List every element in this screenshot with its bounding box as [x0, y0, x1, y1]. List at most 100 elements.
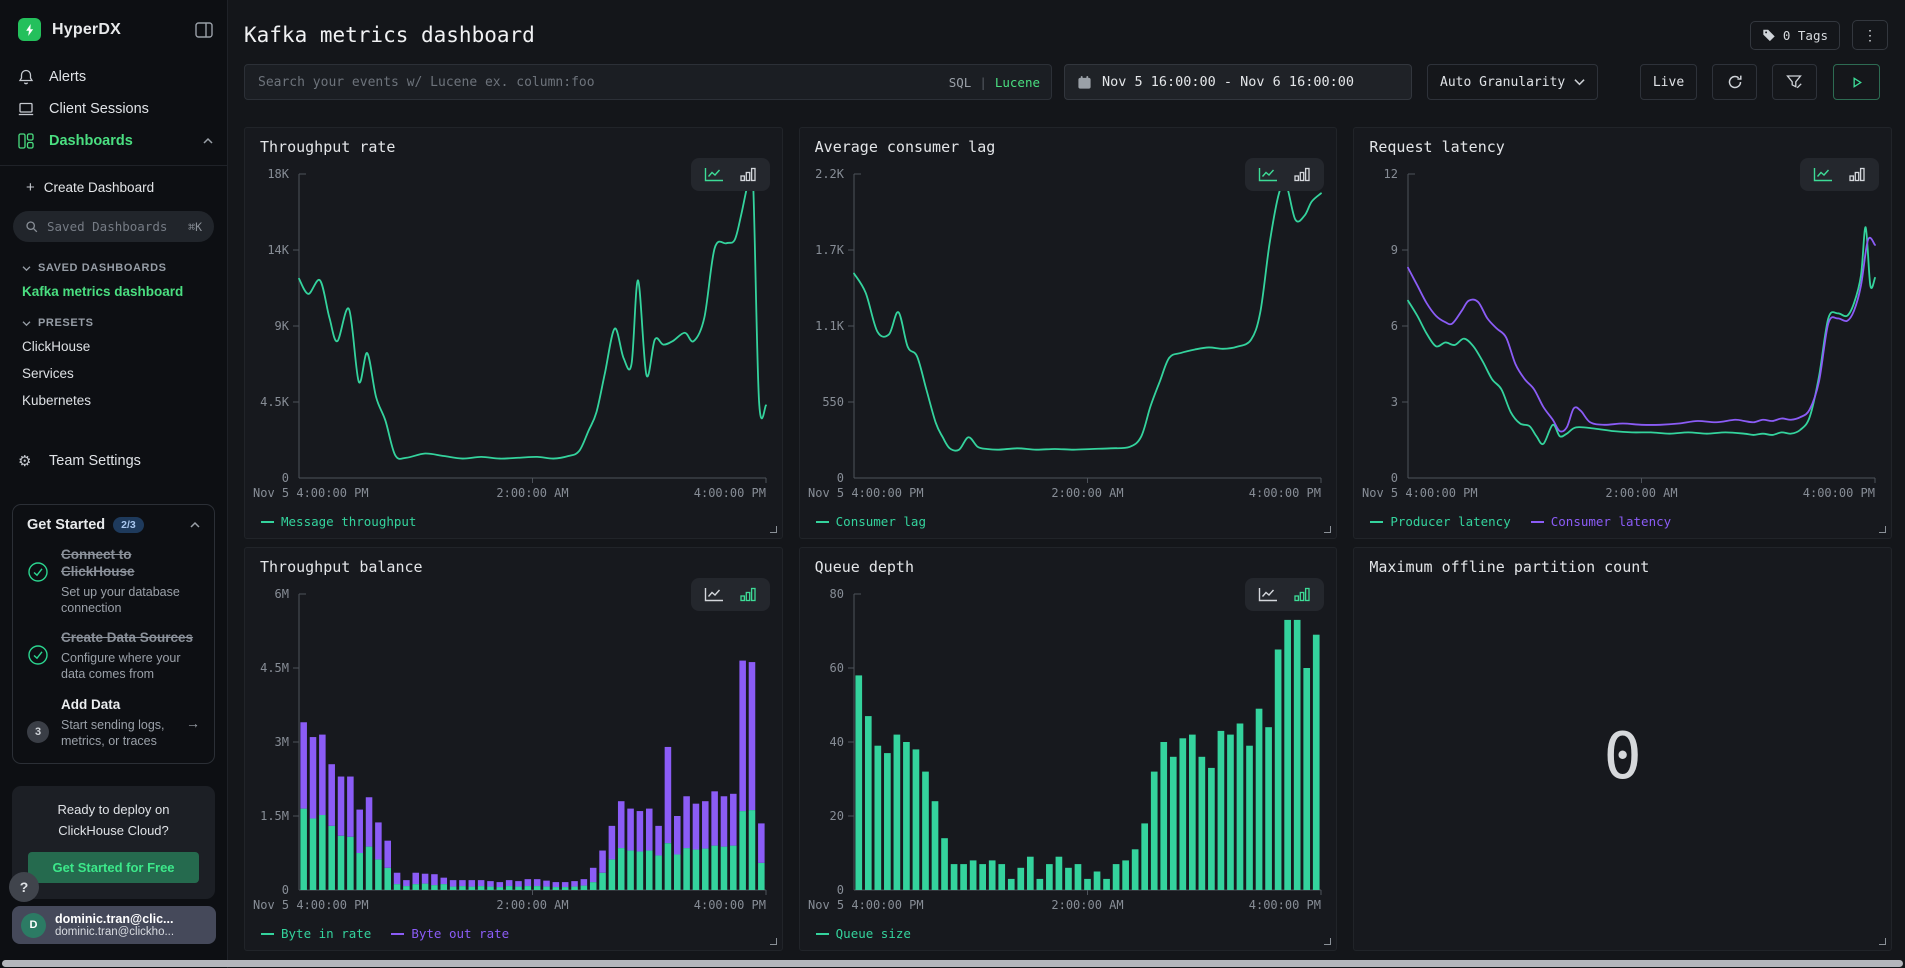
chart-canvas[interactable]: 05501.1K1.7K2.2KNov 5 4:00:00 PM2:00:00 … — [808, 164, 1329, 504]
sidebar-item-clickhouse[interactable]: ClickHouse — [0, 333, 227, 360]
get-started-free-button[interactable]: Get Started for Free — [28, 852, 199, 883]
svg-text:Nov 5 4:00:00 PM: Nov 5 4:00:00 PM — [1362, 486, 1478, 500]
line-chart-icon[interactable] — [1258, 167, 1278, 182]
main-content: Kafka metrics dashboard 0 Tags ⋮ SQL | L… — [228, 0, 1905, 968]
sidebar-item-alerts[interactable]: Alerts — [0, 61, 227, 93]
svg-text:80: 80 — [829, 587, 843, 601]
svg-text:2:00:00 AM: 2:00:00 AM — [1606, 486, 1678, 500]
lucene-mode-button[interactable]: Lucene — [995, 75, 1040, 90]
chart-panel-throughput-balance: Throughput balance 01.5M3M4.5M6MNov 5 4:… — [244, 547, 783, 951]
legend-item[interactable]: Consumer lag — [816, 514, 926, 529]
granularity-select[interactable]: Auto Granularity — [1427, 64, 1598, 100]
line-chart-icon[interactable] — [704, 587, 724, 602]
chart-canvas[interactable]: 01.5M3M4.5M6MNov 5 4:00:00 PM2:00:00 AM4… — [253, 584, 774, 916]
sidebar-item-kafka-dashboard[interactable]: Kafka metrics dashboard — [0, 278, 227, 305]
svg-text:6M: 6M — [275, 587, 289, 601]
sidebar-item-kubernetes[interactable]: Kubernetes — [0, 387, 227, 414]
legend-item[interactable]: Consumer latency — [1531, 514, 1671, 529]
bar-chart-icon[interactable] — [1849, 167, 1866, 182]
hyperdx-app: HyperDX Alerts Client Sessions — [0, 0, 1905, 968]
resize-handle[interactable] — [1324, 938, 1331, 945]
get-started-card: Get Started 2/3 Connect to ClickHouse Se… — [12, 504, 215, 764]
search-icon — [25, 220, 39, 234]
legend-item[interactable]: Byte in rate — [261, 926, 371, 941]
svg-text:3: 3 — [1391, 395, 1398, 409]
get-started-step-connect[interactable]: Connect to ClickHouse Set up your databa… — [27, 547, 200, 616]
sidebar-item-dashboards[interactable]: Dashboards — [0, 125, 227, 157]
bar-chart-icon[interactable] — [1294, 587, 1311, 602]
event-search-input[interactable] — [244, 64, 1052, 100]
user-name: dominic.tran@clic... — [55, 912, 174, 926]
resize-handle[interactable] — [1879, 526, 1886, 533]
sidebar-item-team-settings[interactable]: ⚙ Team Settings — [0, 444, 227, 478]
date-range-picker[interactable]: Nov 5 16:00:00 - Nov 6 16:00:00 — [1064, 64, 1412, 100]
legend-item[interactable]: Byte out rate — [391, 926, 509, 941]
gear-icon: ⚙ — [18, 452, 36, 470]
svg-text:Nov 5 4:00:00 PM: Nov 5 4:00:00 PM — [808, 898, 924, 912]
plus-icon: + — [26, 179, 35, 196]
play-icon — [1849, 75, 1864, 90]
svg-text:9K: 9K — [275, 319, 290, 333]
saved-dashboards-search[interactable]: ⌘K — [13, 211, 214, 242]
bottom-scrollbar[interactable] — [2, 960, 1903, 967]
presets-section-header[interactable]: PRESETS — [0, 305, 227, 333]
svg-text:12: 12 — [1384, 167, 1398, 181]
line-chart-icon[interactable] — [1258, 587, 1278, 602]
refresh-button[interactable] — [1712, 64, 1757, 100]
svg-text:1.7K: 1.7K — [815, 243, 845, 257]
legend-item[interactable]: Producer latency — [1370, 514, 1510, 529]
saved-dashboards-search-input[interactable] — [47, 219, 188, 234]
svg-text:60: 60 — [829, 661, 843, 675]
chart-canvas[interactable]: 04.5K9K14K18KNov 5 4:00:00 PM2:00:00 AM4… — [253, 164, 774, 504]
live-button[interactable]: Live — [1640, 64, 1697, 100]
chevron-up-icon[interactable] — [190, 521, 200, 529]
arrow-right-icon: → — [186, 715, 200, 731]
resize-handle[interactable] — [770, 526, 777, 533]
dashboards-grid-icon — [18, 133, 36, 149]
help-button[interactable]: ? — [9, 872, 39, 902]
sidebar-collapse-icon[interactable] — [195, 22, 213, 38]
chart-title: Maximum offline partition count — [1369, 558, 1649, 576]
bar-chart-icon[interactable] — [740, 167, 757, 182]
saved-dashboards-section-header[interactable]: SAVED DASHBOARDS — [0, 250, 227, 278]
resize-handle[interactable] — [1324, 526, 1331, 533]
more-options-button[interactable]: ⋮ — [1852, 20, 1888, 50]
sidebar-item-services[interactable]: Services — [0, 360, 227, 387]
svg-text:0: 0 — [836, 883, 843, 897]
resize-handle[interactable] — [1879, 938, 1886, 945]
chevron-up-icon[interactable] — [203, 137, 213, 145]
chart-canvas[interactable]: 036912Nov 5 4:00:00 PM2:00:00 AM4:00:00 … — [1362, 164, 1883, 504]
chart-legend: Message throughput — [261, 514, 416, 529]
filter-bar: SQL | Lucene Nov 5 16:00:00 - Nov 6 16:0… — [228, 50, 1905, 100]
filter-button[interactable] — [1772, 64, 1817, 100]
sql-mode-button[interactable]: SQL — [949, 75, 972, 90]
legend-item[interactable]: Message throughput — [261, 514, 416, 529]
chart-legend: Consumer lag — [816, 514, 926, 529]
resize-handle[interactable] — [770, 938, 777, 945]
get-started-step-datasources[interactable]: Create Data Sources Configure where your… — [27, 630, 200, 682]
chart-panel-average-consumer-lag: Average consumer lag 05501.1K1.7K2.2KNov… — [799, 127, 1338, 539]
chevron-down-icon — [22, 265, 31, 272]
query-language-toggle: SQL | Lucene — [949, 64, 1040, 100]
line-chart-icon[interactable] — [1813, 167, 1833, 182]
bar-chart-icon[interactable] — [740, 587, 757, 602]
chart-title: Queue depth — [815, 558, 914, 576]
user-menu[interactable]: D dominic.tran@clic... dominic.tran@clic… — [12, 906, 216, 944]
chart-title: Average consumer lag — [815, 138, 996, 156]
sidebar-item-client-sessions[interactable]: Client Sessions — [0, 93, 227, 125]
get-started-step-add-data[interactable]: 3 Add Data Start sending logs, metrics, … — [27, 697, 200, 749]
event-search: SQL | Lucene — [244, 64, 1052, 100]
bar-chart-icon[interactable] — [1294, 167, 1311, 182]
legend-item[interactable]: Queue size — [816, 926, 911, 941]
line-chart-icon[interactable] — [704, 167, 724, 182]
svg-text:2:00:00 AM: 2:00:00 AM — [1051, 898, 1123, 912]
page-title: Kafka metrics dashboard — [244, 23, 1750, 47]
svg-text:2:00:00 AM: 2:00:00 AM — [496, 898, 568, 912]
chart-canvas[interactable]: 020406080Nov 5 4:00:00 PM2:00:00 AM4:00:… — [808, 584, 1329, 916]
create-dashboard-button[interactable]: + Create Dashboard — [0, 172, 227, 203]
tags-button[interactable]: 0 Tags — [1750, 21, 1840, 50]
run-query-button[interactable] — [1833, 64, 1880, 100]
page-header: Kafka metrics dashboard 0 Tags ⋮ — [228, 0, 1905, 50]
chart-type-toggle — [1800, 158, 1879, 191]
sidebar-nav: Alerts Client Sessions Dashboards — [0, 53, 227, 157]
